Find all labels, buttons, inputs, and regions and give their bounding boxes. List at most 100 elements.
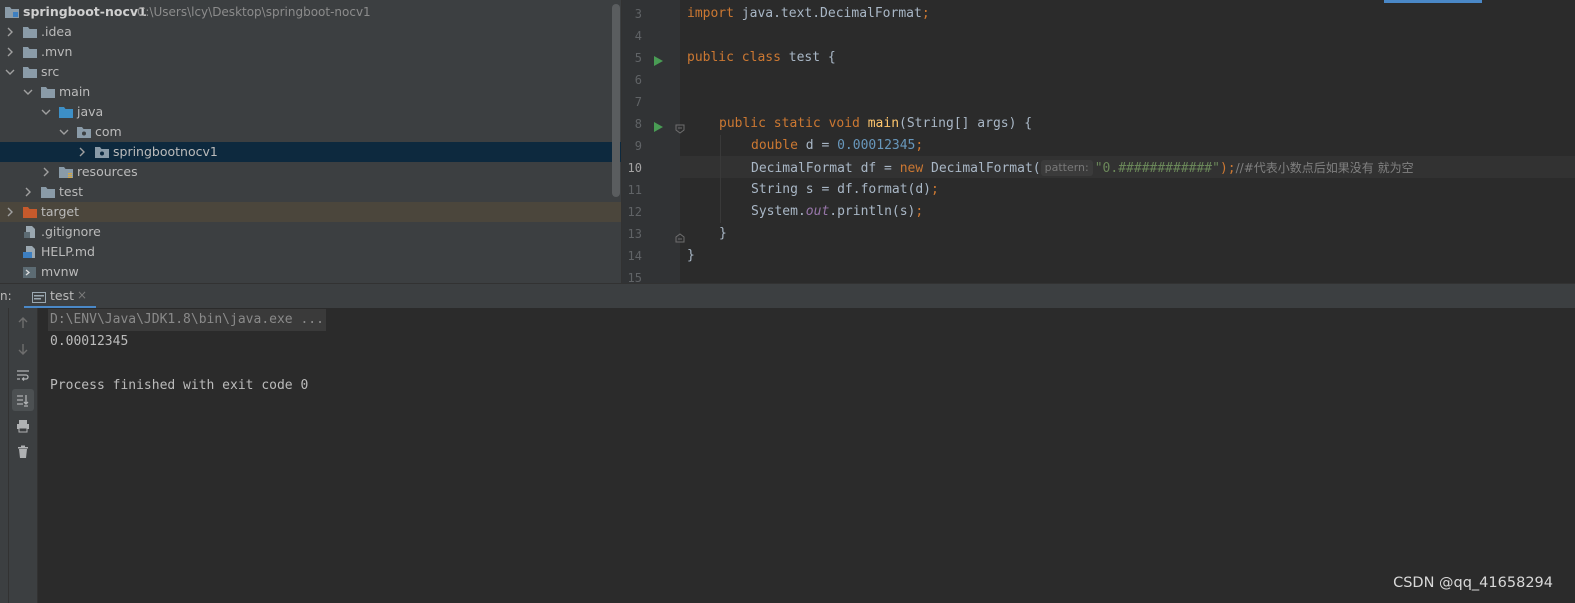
token-text: test { [780, 50, 836, 65]
console-output[interactable]: D:\ENV\Java\JDK1.8\bin\java.exe ... 0.00… [38, 308, 1575, 603]
token-static-field: out [805, 204, 830, 219]
line-number: 7 [634, 95, 642, 109]
chevron-down-icon[interactable] [4, 62, 16, 82]
token-comment: //#代表小数点后如果没有 就为空 [1235, 161, 1414, 175]
code-editor[interactable]: 3 4 5 6 7 8 9 10 11 12 13 14 15 import j… [621, 0, 1575, 283]
token-punct: ); [1219, 161, 1236, 176]
print-icon[interactable] [12, 415, 34, 437]
line-number: 14 [627, 249, 642, 263]
folder-icon [22, 65, 38, 79]
source-folder-icon [58, 105, 74, 119]
chevron-down-icon[interactable] [58, 122, 70, 142]
editor-tab-indicator [1384, 0, 1482, 3]
token-text: java.text.DecimalFormat [733, 6, 922, 21]
project-tree: springboot-nocv1 C:\Users\lcy\Desktop\sp… [0, 0, 621, 283]
code-line-14: } [687, 245, 695, 267]
folder-icon [22, 25, 38, 39]
run-tab-label: test [50, 288, 75, 303]
token-text: } [687, 248, 695, 263]
run-class-icon[interactable] [652, 52, 664, 66]
line-number-current: 10 [627, 161, 642, 175]
token-text: System. [751, 204, 806, 219]
tree-item-mvn[interactable]: .mvn [0, 42, 621, 62]
line-number: 5 [634, 51, 642, 65]
resources-folder-icon [58, 165, 74, 179]
token-number: 0.00012345 [837, 138, 916, 153]
token-keyword: import [687, 6, 734, 21]
tree-root-project[interactable]: springboot-nocv1 C:\Users\lcy\Desktop\sp… [0, 2, 621, 22]
soft-wrap-icon[interactable] [12, 364, 34, 386]
console-command-line[interactable]: D:\ENV\Java\JDK1.8\bin\java.exe ... [48, 309, 326, 331]
run-label: n: [0, 289, 12, 303]
watermark: CSDN @qq_41658294 [1393, 575, 1553, 591]
tree-item-help-md[interactable]: HELP.md [0, 242, 621, 262]
tree-item-mvnw[interactable]: mvnw [0, 262, 621, 282]
close-icon[interactable]: × [77, 284, 87, 307]
tree-item-label: HELP.md [41, 244, 95, 259]
shell-script-icon [22, 265, 38, 279]
chevron-down-icon[interactable] [40, 102, 52, 122]
project-module-icon [4, 5, 20, 19]
tree-item-label: main [59, 84, 91, 99]
line-number: 12 [627, 205, 642, 219]
tree-item-label: resources [77, 164, 138, 179]
chevron-right-icon[interactable] [4, 22, 16, 42]
run-toolbar [9, 308, 38, 603]
run-tab-test[interactable]: test × [24, 284, 96, 309]
trash-icon[interactable] [12, 441, 34, 463]
scroll-to-end-icon[interactable] [12, 389, 34, 411]
tree-item-gitignore[interactable]: .gitignore [0, 222, 621, 242]
token-keyword: public class [687, 50, 781, 65]
code-line-13: } [719, 223, 727, 245]
token-text: } [719, 226, 727, 241]
project-name: springboot-nocv1 [23, 4, 147, 19]
run-tool-header: n: test × [0, 283, 1575, 309]
console-line: Process finished with exit code 0 [50, 378, 309, 393]
package-icon [94, 145, 110, 159]
chevron-right-icon[interactable] [40, 162, 52, 182]
token-text: String s = df.format(d) [751, 182, 932, 197]
tree-item-label: java [77, 104, 104, 119]
token-method: main [867, 116, 900, 131]
chevron-right-icon[interactable] [4, 202, 16, 222]
chevron-right-icon[interactable] [22, 182, 34, 202]
tree-item-src[interactable]: src [0, 62, 621, 82]
tree-item-java[interactable]: java [0, 102, 621, 122]
console-line: 0.00012345 [50, 334, 129, 349]
tree-item-label: .mvn [41, 44, 73, 59]
tree-item-test[interactable]: test [0, 182, 621, 202]
chevron-right-icon[interactable] [4, 42, 16, 62]
down-arrow-icon[interactable] [12, 338, 34, 360]
token-punct: ; [931, 182, 939, 197]
tree-item-idea[interactable]: .idea [0, 22, 621, 42]
project-path: C:\Users\lcy\Desktop\springboot-nocv1 [137, 5, 371, 19]
chevron-right-icon[interactable] [76, 142, 88, 162]
line-number: 9 [634, 139, 642, 153]
tree-item-com[interactable]: com [0, 122, 621, 142]
code-line-11: String s = df.format(d); [751, 179, 939, 201]
up-arrow-icon[interactable] [12, 312, 34, 334]
tree-item-springbootnocv1[interactable]: springbootnocv1 [0, 142, 621, 162]
tool-window-strip [0, 308, 9, 603]
tree-item-label: springbootnocv1 [113, 144, 218, 159]
code-line-12: System.out.println(s); [751, 201, 923, 223]
chevron-down-icon[interactable] [22, 82, 34, 102]
excluded-folder-icon [22, 205, 38, 219]
line-number: 6 [634, 73, 642, 87]
token-text: DecimalFormat( [923, 161, 1041, 176]
tree-item-target[interactable]: target [0, 202, 621, 222]
run-main-icon[interactable] [652, 118, 664, 132]
tree-item-resources[interactable]: resources [0, 162, 621, 182]
gitignore-file-icon [22, 225, 38, 239]
tree-item-main[interactable]: main [0, 82, 621, 102]
tree-scrollbar[interactable] [612, 4, 620, 197]
tree-item-label: target [41, 204, 80, 219]
code-line-10: DecimalFormat df = new DecimalFormat(pat… [751, 157, 1414, 179]
code-line-9: double d = 0.00012345; [751, 135, 923, 157]
folder-icon [40, 185, 56, 199]
fold-end-icon[interactable] [675, 228, 685, 243]
tree-item-label: test [59, 184, 84, 199]
fold-icon[interactable] [675, 119, 685, 134]
token-keyword: double [751, 138, 798, 153]
line-number: 3 [634, 7, 642, 21]
